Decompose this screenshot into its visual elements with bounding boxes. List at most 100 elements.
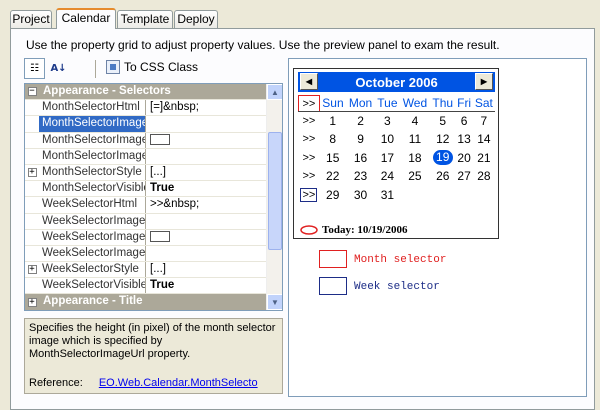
calendar-day[interactable]: 29 <box>319 186 346 205</box>
month-selector-swatch <box>319 250 347 268</box>
week-selector-swatch <box>319 277 347 295</box>
expand-icon[interactable]: + <box>27 265 37 275</box>
week-selector-legend: Week selector <box>354 281 440 293</box>
calendar-day[interactable]: 1 <box>319 112 346 131</box>
property-value[interactable] <box>146 214 267 229</box>
week-selector[interactable]: >> <box>299 149 320 168</box>
calendar-day[interactable]: 14 <box>473 130 495 149</box>
preview-panel: ◀ October 2006 ▶ >> Sun Mon Tue Wed Thu Fri Sat… <box>288 58 587 397</box>
calendar-day[interactable]: 30 <box>346 186 375 205</box>
calendar-day[interactable]: 31 <box>375 186 400 205</box>
calendar-day[interactable]: 5 <box>430 112 455 131</box>
week-selector[interactable]: >> <box>299 130 320 149</box>
property-value[interactable]: [...] <box>146 262 267 277</box>
calendar-day[interactable]: 22 <box>319 167 346 186</box>
tab-project[interactable]: Project <box>10 10 52 28</box>
calendar-preview: ◀ October 2006 ▶ >> Sun Mon Tue Wed Thu Fri Sat… <box>293 68 499 239</box>
calendar-day[interactable]: 23 <box>346 167 375 186</box>
property-row[interactable]: WeekSelectorImageU <box>25 229 267 246</box>
property-row[interactable]: MonthSelectorVisible True <box>25 181 267 198</box>
to-css-class-button[interactable]: To CSS Class <box>106 60 198 74</box>
property-value[interactable]: [...] <box>146 165 267 180</box>
expand-icon[interactable]: + <box>27 297 37 307</box>
property-row[interactable]: WeekSelectorImageW <box>25 245 267 263</box>
categorized-view-button[interactable]: ☷ <box>24 58 45 79</box>
designer-window: Project Calendar Template Deploy Use the… <box>0 0 600 410</box>
calendar-week-row: >> 15 16 17 18 19 20 21 <box>299 149 496 168</box>
property-row[interactable]: WeekSelectorHtml >>&nbsp; <box>25 197 267 214</box>
next-month-button[interactable]: ▶ <box>475 73 493 90</box>
property-value[interactable] <box>146 116 267 131</box>
tab-deploy[interactable]: Deploy <box>174 10 218 28</box>
property-value[interactable] <box>146 133 267 148</box>
calendar-day[interactable]: 26 <box>430 167 455 186</box>
property-row[interactable]: MonthSelectorImageU <box>25 132 267 149</box>
day-of-week-label: Tue <box>374 95 400 112</box>
today-link[interactable]: Today: 10/19/2006 <box>300 224 407 236</box>
month-selector[interactable]: >> <box>298 95 320 112</box>
property-name: MonthSelectorImageW <box>39 148 146 164</box>
calendar-day-today[interactable]: 19 <box>430 149 455 168</box>
calendar-day[interactable]: 18 <box>400 149 430 168</box>
calendar-day[interactable]: 8 <box>319 130 346 149</box>
scroll-down-button[interactable]: ▼ <box>267 294 282 310</box>
calendar-day[interactable]: 25 <box>400 167 430 186</box>
property-row[interactable]: WeekSelectorVisible True <box>25 278 267 295</box>
property-row[interactable]: + MonthSelectorStyle [...] <box>25 164 267 182</box>
reference-link[interactable]: EO.Web.Calendar.MonthSelecto <box>99 377 258 390</box>
property-row[interactable]: MonthSelectorImageH <box>25 116 267 133</box>
property-name: MonthSelectorVisible <box>39 181 146 197</box>
calendar-day[interactable]: 24 <box>375 167 400 186</box>
grid-scrollbar[interactable]: ▲ ▼ <box>266 84 282 310</box>
calendar-day[interactable]: 13 <box>455 130 472 149</box>
property-value[interactable] <box>146 230 267 245</box>
calendar-day[interactable]: 12 <box>430 130 455 149</box>
scroll-down-icon: ▼ <box>271 297 279 307</box>
prev-arrow-icon: ◀ <box>305 77 313 86</box>
property-row[interactable]: WeekSelectorImageH <box>25 213 267 230</box>
calendar-day[interactable]: 20 <box>455 149 472 168</box>
tab-template[interactable]: Template <box>117 10 173 28</box>
week-selector[interactable]: >> <box>299 112 320 131</box>
prev-month-button[interactable]: ◀ <box>300 73 318 90</box>
week-selector[interactable]: >> <box>299 167 320 186</box>
property-value[interactable] <box>146 246 267 261</box>
expand-icon[interactable]: + <box>27 168 37 178</box>
calendar-day[interactable]: 16 <box>346 149 375 168</box>
image-picker-swatch[interactable] <box>150 134 170 146</box>
week-selector[interactable]: >> <box>299 186 320 205</box>
property-value[interactable]: [=]&nbsp; <box>146 100 267 115</box>
property-row[interactable]: + WeekSelectorStyle [...] <box>25 262 267 279</box>
scroll-thumb[interactable] <box>268 132 282 250</box>
toolbar-separator <box>95 60 96 78</box>
category-appearance-selectors[interactable]: − Appearance - Selectors <box>25 84 267 101</box>
alphabetical-sort-button[interactable]: A↓ <box>48 58 69 79</box>
property-value[interactable] <box>146 149 267 164</box>
calendar-day[interactable]: 21 <box>473 149 495 168</box>
calendar-day[interactable]: 10 <box>375 130 400 149</box>
property-row[interactable]: MonthSelectorHtml [=]&nbsp; <box>25 100 267 117</box>
calendar-day[interactable]: 2 <box>346 112 375 131</box>
calendar-day[interactable]: 3 <box>375 112 400 131</box>
property-value[interactable]: True <box>146 181 267 196</box>
calendar-day[interactable]: 17 <box>375 149 400 168</box>
collapse-icon[interactable]: − <box>27 87 37 97</box>
calendar-day[interactable]: 15 <box>319 149 346 168</box>
calendar-day[interactable]: 9 <box>346 130 375 149</box>
calendar-day[interactable]: 27 <box>455 167 472 186</box>
next-arrow-icon: ▶ <box>480 77 488 86</box>
tab-calendar[interactable]: Calendar <box>56 8 116 29</box>
property-grid[interactable]: − Appearance - Selectors MonthSelectorHt… <box>24 83 283 311</box>
calendar-day[interactable]: 7 <box>473 112 495 131</box>
calendar-day[interactable]: 28 <box>473 167 495 186</box>
calendar-day[interactable]: 4 <box>400 112 430 131</box>
property-value[interactable]: >>&nbsp; <box>146 197 267 212</box>
calendar-day[interactable]: 11 <box>400 130 430 149</box>
property-row[interactable]: MonthSelectorImageW <box>25 148 267 165</box>
image-picker-swatch[interactable] <box>150 231 170 243</box>
property-value[interactable]: True <box>146 278 267 293</box>
calendar-day[interactable]: 6 <box>455 112 472 131</box>
category-category2[interactable]: + Appearance - Title <box>25 294 267 310</box>
scroll-up-button[interactable]: ▲ <box>267 84 282 100</box>
month-title: October 2006 <box>355 74 438 90</box>
